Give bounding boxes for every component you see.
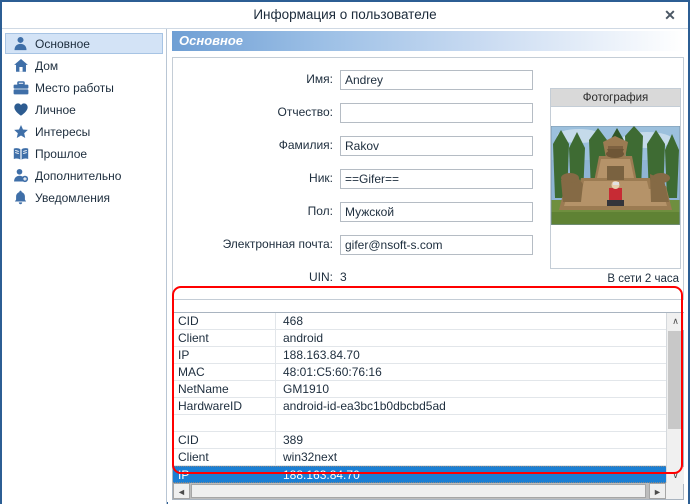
scroll-up-icon[interactable]: ∧	[667, 313, 684, 330]
sidebar: Основное Дом Место работы Личное Интерес	[2, 29, 167, 504]
field-label: UIN:	[309, 270, 333, 284]
field-row-gender: Пол:	[173, 202, 533, 222]
bell-icon	[11, 189, 30, 206]
field-label: Пол:	[307, 204, 333, 218]
field-label: Имя:	[306, 72, 333, 86]
row-key: CID	[173, 313, 276, 329]
table-row[interactable]: CID 468	[173, 313, 666, 330]
sidebar-item-label: Прошлое	[35, 146, 88, 161]
row-key: Client	[173, 449, 276, 465]
vertical-scrollbar[interactable]: ∧ ∨	[666, 313, 684, 484]
sidebar-item-interesy[interactable]: Интересы	[5, 121, 163, 142]
row-value: 188.163.84.70	[283, 348, 360, 362]
window-title: Информация о пользователе	[253, 7, 437, 22]
uin-value: 3	[340, 270, 347, 284]
sidebar-item-label: Уведомления	[35, 190, 111, 205]
row-key: IP	[173, 467, 276, 482]
title-bar: Информация о пользователе ✕	[2, 2, 688, 29]
horizontal-scrollbar-thumb[interactable]	[191, 484, 646, 498]
briefcase-icon	[11, 79, 30, 96]
field-row-name: Имя:	[173, 70, 533, 90]
row-value: android-id-ea3bc1b0dbcbd5ad	[283, 399, 446, 413]
sidebar-item-label: Дополнительно	[35, 168, 122, 183]
user-info-window: Информация о пользователе ✕ Основное Дом…	[0, 0, 690, 504]
row-key: CID	[173, 432, 276, 448]
table-row[interactable]: NetName GM1910	[173, 381, 666, 398]
nickname-input[interactable]	[340, 169, 533, 189]
table-row[interactable]: Client win32next	[173, 449, 666, 466]
sidebar-item-mesto-raboty[interactable]: Место работы	[5, 77, 163, 98]
row-value: 48:01:C5:60:76:16	[283, 365, 382, 379]
sidebar-item-label: Дом	[35, 58, 59, 73]
sidebar-item-dom[interactable]: Дом	[5, 55, 163, 76]
profile-form: Имя: Отчество: Фамилия: Ник: Пол: Электр	[172, 57, 684, 300]
row-key: HardwareID	[173, 398, 276, 414]
star-icon	[11, 123, 30, 140]
table-row[interactable]: CID 389	[173, 432, 666, 449]
scroll-down-icon[interactable]: ∨	[667, 467, 684, 484]
house-icon	[11, 57, 30, 74]
row-key: IP	[173, 347, 276, 363]
table-row[interactable]: HardwareID android-id-ea3bc1b0dbcbd5ad	[173, 398, 666, 415]
field-label: Отчество:	[277, 105, 334, 119]
row-value: android	[283, 331, 324, 345]
field-label: Электронная почта:	[222, 237, 333, 251]
person-icon	[11, 35, 30, 52]
photo-caption: Фотография	[551, 89, 680, 107]
row-value: win32next	[283, 450, 338, 464]
scroll-left-icon[interactable]: ◄	[173, 483, 190, 499]
field-row-email: Электронная почта:	[173, 235, 533, 255]
sidebar-item-uvedomleniya[interactable]: Уведомления	[5, 187, 163, 208]
close-icon[interactable]: ✕	[660, 6, 680, 25]
sidebar-item-label: Место работы	[35, 80, 114, 95]
connection-info-grid: CID 468 Client android IP 188.163.84.70 …	[172, 312, 684, 500]
sidebar-item-dopolnitelno[interactable]: Дополнительно	[5, 165, 163, 186]
field-row-nickname: Ник:	[173, 169, 533, 189]
row-value	[277, 415, 666, 431]
grid-rows-container: CID 468 Client android IP 188.163.84.70 …	[173, 313, 666, 484]
row-value: 468	[283, 314, 304, 328]
row-key	[173, 415, 276, 431]
scrollbar-corner	[666, 483, 683, 499]
table-row[interactable]: IP 188.163.84.70	[173, 347, 666, 364]
table-row-selected[interactable]: IP 188.163.84.70	[173, 466, 666, 483]
field-label: Ник:	[309, 171, 333, 185]
sidebar-item-label: Личное	[35, 102, 76, 117]
sidebar-item-proshloe[interactable]: Прошлое	[5, 143, 163, 164]
heart-icon	[11, 101, 30, 118]
row-key: MAC	[173, 364, 276, 380]
table-row[interactable]: MAC 48:01:C5:60:76:16	[173, 364, 666, 381]
field-row-surname: Фамилия:	[173, 136, 533, 156]
vertical-scrollbar-thumb[interactable]	[668, 331, 683, 429]
field-row-patronymic: Отчество:	[173, 103, 533, 123]
table-row-separator[interactable]	[173, 415, 666, 432]
photo-panel: Фотография	[550, 88, 681, 269]
table-row[interactable]: Client android	[173, 330, 666, 347]
scroll-right-icon[interactable]: ►	[649, 483, 666, 499]
field-label: Фамилия:	[278, 138, 333, 152]
row-key: Client	[173, 330, 276, 346]
field-row-uin: UIN: 3	[173, 268, 533, 288]
email-input[interactable]	[340, 235, 533, 255]
patronymic-input[interactable]	[340, 103, 533, 123]
sidebar-item-lichnoe[interactable]: Личное	[5, 99, 163, 120]
row-key: NetName	[173, 381, 276, 397]
row-value: 188.163.84.70	[283, 468, 360, 482]
section-header: Основное	[172, 31, 684, 51]
first-name-input[interactable]	[340, 70, 533, 90]
sidebar-item-label: Интересы	[35, 124, 91, 139]
user-photo[interactable]	[551, 126, 680, 225]
surname-input[interactable]	[340, 136, 533, 156]
gender-input[interactable]	[340, 202, 533, 222]
online-status: В сети 2 часа	[607, 273, 679, 285]
book-icon	[11, 145, 30, 162]
sidebar-item-label: Основное	[35, 36, 90, 51]
horizontal-scrollbar[interactable]: ◄ ►	[173, 483, 683, 499]
row-value: 389	[283, 433, 304, 447]
sidebar-item-osnovnoe[interactable]: Основное	[5, 33, 163, 54]
person-add-icon	[11, 167, 30, 184]
content-panel: Основное Имя: Отчество: Фамилия: Ник: По…	[168, 29, 688, 504]
section-header-label: Основное	[179, 33, 244, 48]
row-value: GM1910	[283, 382, 330, 396]
